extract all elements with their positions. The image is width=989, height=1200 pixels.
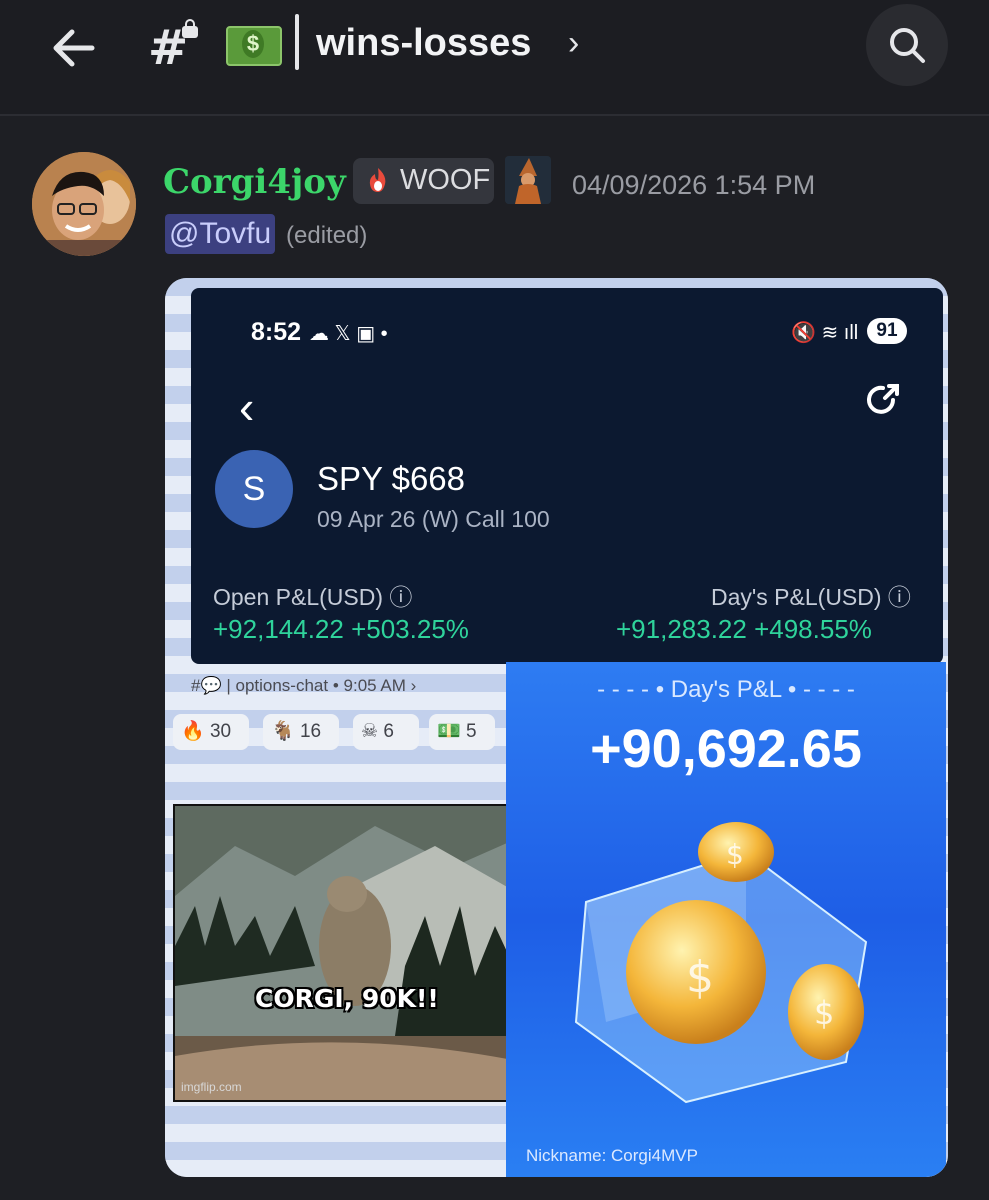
- ticker-title: SPY $668: [317, 460, 466, 497]
- status-icons: ☁ 𝕏 ▣ •: [309, 323, 388, 345]
- open-pl-value: +92,144.22 +503.25%: [213, 614, 469, 644]
- battery-badge: 91: [867, 318, 907, 344]
- message-timestamp: 04/09/2026 1:54 PM: [572, 170, 816, 200]
- channel-name[interactable]: wins-losses: [316, 22, 531, 65]
- role-tag-label: WOOF: [400, 164, 491, 196]
- wizard-emoji-icon: [505, 156, 551, 204]
- reaction-money: 💵 5: [429, 714, 495, 750]
- money-emoji-icon: [226, 26, 282, 66]
- lock-icon: [182, 19, 198, 38]
- user-mention[interactable]: @Tovfu: [165, 214, 276, 254]
- meme-watermark: imgflip.com: [181, 1080, 242, 1094]
- search-button[interactable]: [866, 4, 948, 86]
- svg-text:$: $: [814, 994, 834, 1032]
- reaction-skull: ☠ 6: [353, 714, 419, 750]
- chevron-left-icon: ‹: [239, 381, 255, 433]
- signal-icons: 🔇 ≋ ıll: [791, 322, 859, 344]
- broker-screenshot: 8:52 ☁ 𝕏 ▣ • 🔇 ≋ ıll 91 ‹ S SPY $668 09 …: [191, 288, 943, 664]
- channel-divider: [295, 14, 299, 70]
- context-channel: options-chat: [235, 676, 329, 695]
- edited-label: (edited): [286, 222, 368, 249]
- card-amount: +90,692.65: [590, 719, 862, 779]
- open-pl-label: Open P&L(USD) ⓘ: [213, 584, 413, 610]
- search-icon: [890, 28, 925, 63]
- channel-hash-icon: #: [148, 20, 188, 76]
- username[interactable]: Corgi4joy: [163, 162, 346, 202]
- svg-text:$: $: [726, 838, 744, 871]
- back-arrow-icon[interactable]: [48, 22, 100, 74]
- meme-caption: CORGI, 90K!!: [255, 984, 439, 1013]
- image-attachment[interactable]: 8:52 ☁ 𝕏 ▣ • 🔇 ≋ ıll 91 ‹ S SPY $668 09 …: [165, 278, 948, 1177]
- coins-cube-illustration: $ $ $: [574, 822, 868, 1104]
- card-title: - - - - • Day's P&L • - - - -: [597, 676, 855, 703]
- ticker-avatar: S: [215, 450, 293, 528]
- options-chat-context: #💬 | options-chat • 9:05 AM ›: [191, 676, 417, 695]
- day-pl-label: Day's P&L(USD) ⓘ: [711, 584, 911, 610]
- chevron-right-icon[interactable]: ›: [568, 24, 579, 63]
- share-icon: [863, 380, 903, 420]
- nickname-label: Nickname: Corgi4MVP: [526, 1146, 698, 1165]
- status-time: 8:52: [251, 318, 302, 346]
- context-time: 9:05 AM: [343, 676, 406, 695]
- day-pl-card: - - - - • Day's P&L • - - - - +90,692.65…: [506, 662, 946, 1177]
- day-pl-value: +91,283.22 +498.55%: [616, 614, 872, 644]
- marmot-meme: CORGI, 90K!! imgflip.com: [173, 804, 525, 1102]
- fire-icon: [365, 166, 391, 194]
- svg-text:$: $: [686, 952, 714, 1003]
- contract-details: 09 Apr 26 (W) Call 100: [317, 506, 550, 532]
- user-avatar[interactable]: [32, 152, 136, 256]
- reaction-goat: 🐐 16: [263, 714, 339, 750]
- reaction-fire: 🔥 30: [173, 714, 249, 750]
